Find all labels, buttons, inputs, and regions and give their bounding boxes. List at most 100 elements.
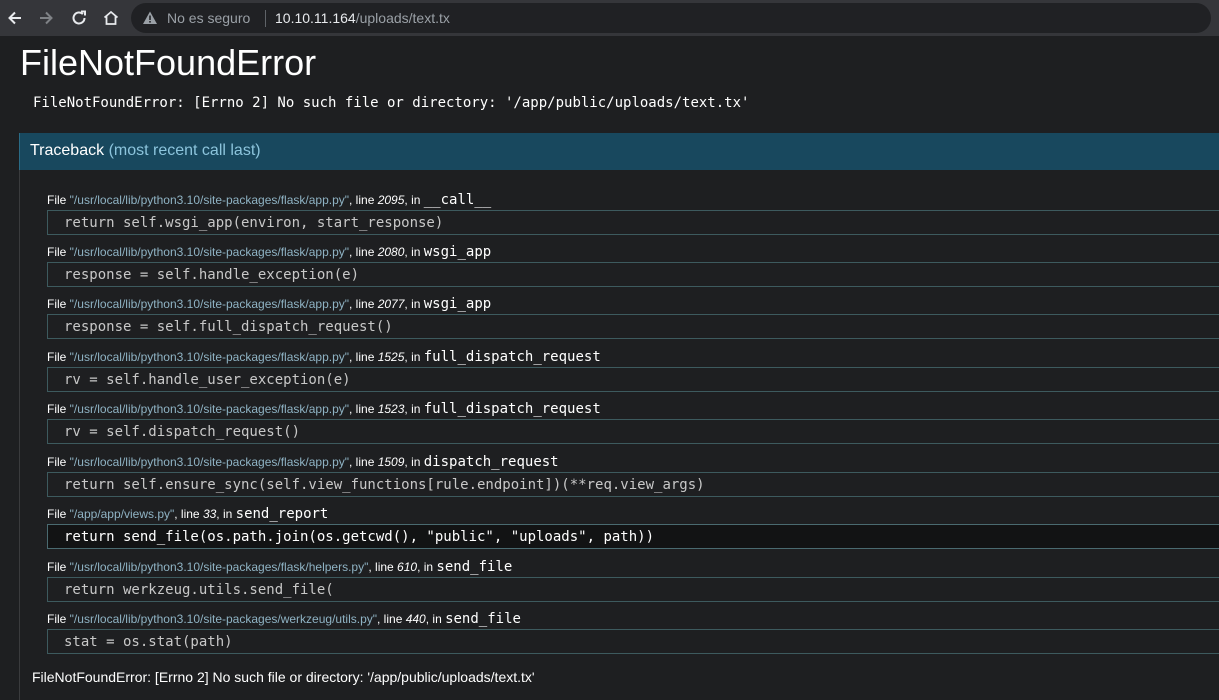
in-word: , in [404,402,424,416]
code-line: rv = self.dispatch_request() [64,424,301,440]
frame-line-number: 1525 [377,350,405,364]
code-line: return self.ensure_sync(self.view_functi… [64,477,705,493]
frame-code-current[interactable]: return send_file(os.path.join(os.getcwd(… [47,524,1219,549]
reload-icon [72,10,86,25]
line-word: , line [368,560,398,574]
file-word: File [47,402,70,416]
frame-line-number: 2077 [377,297,405,311]
frame-filename[interactable]: "/usr/local/lib/python3.10/site-packages… [70,402,349,416]
frame-code[interactable]: rv = self.handle_user_exception(e) [47,367,1219,392]
frame-code[interactable]: response = self.full_dispatch_request() [47,314,1219,339]
in-word: , in [216,507,236,521]
frame-header: File "/usr/local/lib/python3.10/site-pac… [47,454,559,470]
frame-code[interactable]: return self.ensure_sync(self.view_functi… [47,472,1219,497]
code-line: return send_file(os.path.join(os.getcwd(… [64,529,655,545]
frame-function: wsgi_app [423,296,492,312]
frame-function: send_file [436,559,513,575]
address-bar[interactable]: No es seguro 10.10.11.164/uploads/text.t… [131,3,1211,33]
error-page: FileNotFoundError FileNotFoundError: [Er… [0,36,1219,700]
frame-function: __call__ [423,192,492,208]
frame-filename[interactable]: "/usr/local/lib/python3.10/site-packages… [70,455,349,469]
traceback-footer-message: FileNotFoundError: [Errno 2] No such fil… [32,669,535,685]
frame-function: dispatch_request [423,454,559,470]
frame-function: send_file [445,611,521,627]
error-message: FileNotFoundError: [Errno 2] No such fil… [33,95,750,111]
file-word: File [47,350,70,364]
in-word: , in [404,297,424,311]
frame-filename[interactable]: "/usr/local/lib/python3.10/site-packages… [70,560,369,574]
frame-filename[interactable]: "/usr/local/lib/python3.10/site-packages… [70,612,377,626]
traceback-header[interactable]: Traceback (most recent call last) [19,133,1219,170]
in-word: , in [404,245,424,259]
code-line: stat = os.stat(path) [64,634,233,650]
frame-line-number: 2095 [377,193,405,207]
frame-filename[interactable]: "/usr/local/lib/python3.10/site-packages… [70,245,349,259]
frame-filename[interactable]: "/app/app/views.py" [70,507,175,521]
frame-function: send_report [235,506,329,522]
forward-button[interactable] [34,6,58,30]
frame-line-number: 440 [405,612,426,626]
frame-code[interactable]: response = self.handle_exception(e) [47,262,1219,287]
code-line: return werkzeug.utils.send_file( [64,582,334,598]
frame-header: File "/app/app/views.py", line 33, in se… [47,506,328,522]
frame-code[interactable]: return werkzeug.utils.send_file( [47,577,1219,602]
page-title: FileNotFoundError [20,42,317,83]
file-word: File [47,612,70,626]
file-word: File [47,297,70,311]
code-line: return self.wsgi_app(environ, start_resp… [64,215,444,231]
forward-arrow-icon [40,11,53,25]
browser-toolbar: No es seguro 10.10.11.164/uploads/text.t… [0,0,1219,36]
line-word: , line [377,612,406,626]
in-word: , in [425,612,446,626]
frame-header: File "/usr/local/lib/python3.10/site-pac… [47,559,512,575]
home-button[interactable] [99,6,123,30]
file-word: File [47,193,70,207]
security-label[interactable]: No es seguro [167,10,250,26]
frame-filename[interactable]: "/usr/local/lib/python3.10/site-packages… [70,193,349,207]
frame-header: File "/usr/local/lib/python3.10/site-pac… [47,244,491,260]
line-word: , line [349,350,378,364]
in-word: , in [404,455,424,469]
in-word: , in [404,193,424,207]
code-line: response = self.handle_exception(e) [64,267,360,283]
frame-line-number: 1509 [377,455,405,469]
back-button[interactable] [3,6,27,30]
reload-button[interactable] [67,6,91,30]
frame-line-number: 2080 [377,245,405,259]
file-word: File [47,455,70,469]
line-word: , line [349,297,378,311]
url-path: /uploads/text.tx [355,10,450,26]
line-word: , line [349,455,378,469]
code-line: rv = self.handle_user_exception(e) [64,372,351,388]
frame-line-number: 33 [202,507,217,521]
home-icon [103,10,119,25]
url-host: 10.10.11.164 [275,10,356,26]
traceback-sublabel: (most recent call last) [108,142,261,159]
frame-filename[interactable]: "/usr/local/lib/python3.10/site-packages… [70,350,349,364]
traceback-body: File "/usr/local/lib/python3.10/site-pac… [19,170,1219,700]
url-text[interactable]: 10.10.11.164/uploads/text.tx [275,10,450,26]
traceback-title: Traceback (most recent call last) [30,142,261,160]
omnibox-divider [265,10,266,27]
back-arrow-icon [8,11,21,25]
in-word: , in [417,560,437,574]
in-word: , in [404,350,424,364]
frame-filename[interactable]: "/usr/local/lib/python3.10/site-packages… [70,297,349,311]
frame-line-number: 610 [397,560,418,574]
frame-function: full_dispatch_request [423,401,601,417]
traceback-label: Traceback [30,142,105,159]
frame-header: File "/usr/local/lib/python3.10/site-pac… [47,296,491,312]
line-word: , line [174,507,203,521]
file-word: File [47,507,70,521]
warning-icon[interactable] [142,10,158,26]
frame-code[interactable]: stat = os.stat(path) [47,629,1219,654]
frame-function: wsgi_app [423,244,492,260]
frame-header: File "/usr/local/lib/python3.10/site-pac… [47,192,491,208]
frame-code[interactable]: return self.wsgi_app(environ, start_resp… [47,210,1219,235]
line-word: , line [349,193,378,207]
frame-header: File "/usr/local/lib/python3.10/site-pac… [47,349,601,365]
frame-code[interactable]: rv = self.dispatch_request() [47,419,1219,444]
frame-header: File "/usr/local/lib/python3.10/site-pac… [47,401,601,417]
file-word: File [47,245,70,259]
line-word: , line [349,402,378,416]
